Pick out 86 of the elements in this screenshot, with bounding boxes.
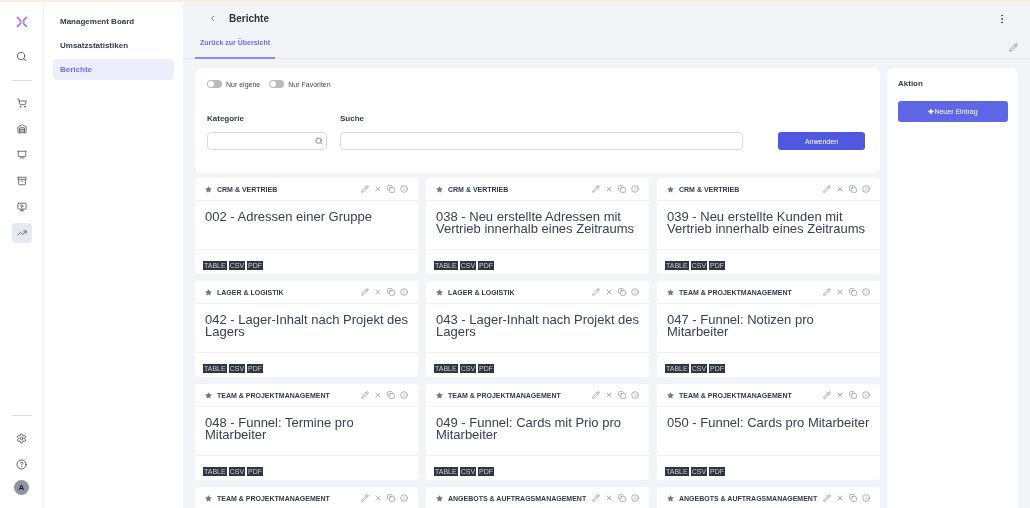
info-icon[interactable] [862, 288, 870, 296]
edit-icon[interactable] [823, 288, 831, 296]
copy-icon[interactable] [849, 288, 857, 296]
close-icon[interactable] [836, 494, 844, 502]
star-icon[interactable] [436, 391, 443, 399]
close-icon[interactable] [605, 185, 613, 193]
star-icon[interactable] [667, 494, 674, 502]
page-title: Berichte [229, 13, 270, 24]
edit-icon[interactable] [592, 288, 600, 296]
edit-icon[interactable] [1009, 43, 1018, 52]
edit-icon[interactable] [592, 494, 600, 502]
toggle-switch[interactable] [207, 80, 222, 88]
search-icon[interactable] [315, 137, 323, 145]
submenu-item[interactable]: Management Board [53, 11, 174, 32]
star-icon[interactable] [436, 494, 443, 502]
edit-icon[interactable] [823, 185, 831, 193]
star-icon[interactable] [436, 288, 443, 296]
info-icon[interactable] [400, 494, 408, 502]
edit-icon[interactable] [592, 391, 600, 399]
report-title: 002 - Adressen einer Gruppe [195, 201, 418, 250]
info-icon[interactable] [400, 288, 408, 296]
close-icon[interactable] [374, 288, 382, 296]
close-icon[interactable] [836, 288, 844, 296]
close-icon[interactable] [605, 494, 613, 502]
edit-icon[interactable] [361, 185, 369, 193]
info-icon[interactable] [631, 391, 639, 399]
copy-icon[interactable] [849, 185, 857, 193]
report-title: 050 - Funnel: Cards pro Mitarbeiter [657, 407, 880, 456]
star-icon[interactable] [205, 185, 212, 193]
edit-icon[interactable] [361, 494, 369, 502]
report-title: 043 - Lager-Inhalt nach Projekt des Lagers [426, 304, 649, 353]
field-label: Suche [340, 114, 365, 123]
report-title: 048 - Funnel: Termine pro Mitarbeiter [195, 407, 418, 456]
star-icon[interactable] [667, 391, 674, 399]
close-icon[interactable] [605, 288, 613, 296]
close-icon[interactable] [374, 185, 382, 193]
info-icon[interactable] [862, 494, 870, 502]
close-icon[interactable] [836, 185, 844, 193]
back-icon[interactable] [208, 14, 217, 23]
field-label: Kategorie [207, 114, 245, 123]
info-icon[interactable] [631, 288, 639, 296]
report-title: 047 - Funnel: Notizen pro Mitarbeiter [657, 304, 880, 353]
info-icon[interactable] [862, 185, 870, 193]
copy-icon[interactable] [387, 391, 395, 399]
toggle-switch[interactable] [269, 80, 285, 88]
info-icon[interactable] [862, 391, 870, 399]
copy-icon[interactable] [618, 391, 626, 399]
star-icon[interactable] [667, 288, 674, 296]
star-icon[interactable] [205, 494, 212, 502]
submenu-item[interactable]: Berichte [53, 59, 174, 80]
copy-icon[interactable] [849, 391, 857, 399]
info-icon[interactable] [631, 185, 639, 193]
report-title: 042 - Lager-Inhalt nach Projekt des Lagers [195, 304, 418, 353]
report-title: 039 - Neu erstellte Kunden mit Vertrieb innerhalb eines Zeitraums [657, 201, 880, 250]
info-icon[interactable] [400, 185, 408, 193]
close-icon[interactable] [374, 494, 382, 502]
edit-icon[interactable] [823, 494, 831, 502]
close-icon[interactable] [605, 391, 613, 399]
edit-icon[interactable] [361, 391, 369, 399]
copy-icon[interactable] [387, 185, 395, 193]
star-icon[interactable] [667, 185, 674, 193]
logo-icon [15, 16, 28, 28]
close-icon[interactable] [374, 391, 382, 399]
info-icon[interactable] [400, 391, 408, 399]
panel-title: Aktion [898, 79, 924, 88]
category-field[interactable] [207, 132, 327, 150]
user-avatar[interactable]: A [14, 480, 29, 495]
star-icon[interactable] [436, 185, 443, 193]
copy-icon[interactable] [387, 494, 395, 502]
edit-icon[interactable] [592, 185, 600, 193]
edit-icon[interactable] [361, 288, 369, 296]
submenu-item[interactable]: Umsatzstatistiken [53, 35, 174, 56]
close-icon[interactable] [836, 391, 844, 399]
copy-icon[interactable] [849, 494, 857, 502]
star-icon[interactable] [205, 288, 212, 296]
edit-icon[interactable] [823, 391, 831, 399]
star-icon[interactable] [205, 391, 212, 399]
chart-icon[interactable] [11, 223, 32, 243]
info-icon[interactable] [631, 494, 639, 502]
copy-icon[interactable] [387, 288, 395, 296]
report-title: 038 - Neu erstellte Adressen mit Vertrieb innerhalb eines Zeitraums [426, 201, 649, 250]
copy-icon[interactable] [618, 288, 626, 296]
search-field[interactable] [340, 132, 743, 150]
copy-icon[interactable] [618, 185, 626, 193]
copy-icon[interactable] [618, 494, 626, 502]
report-title: 049 - Funnel: Cards mit Prio pro Mitarbeiter [426, 407, 649, 456]
